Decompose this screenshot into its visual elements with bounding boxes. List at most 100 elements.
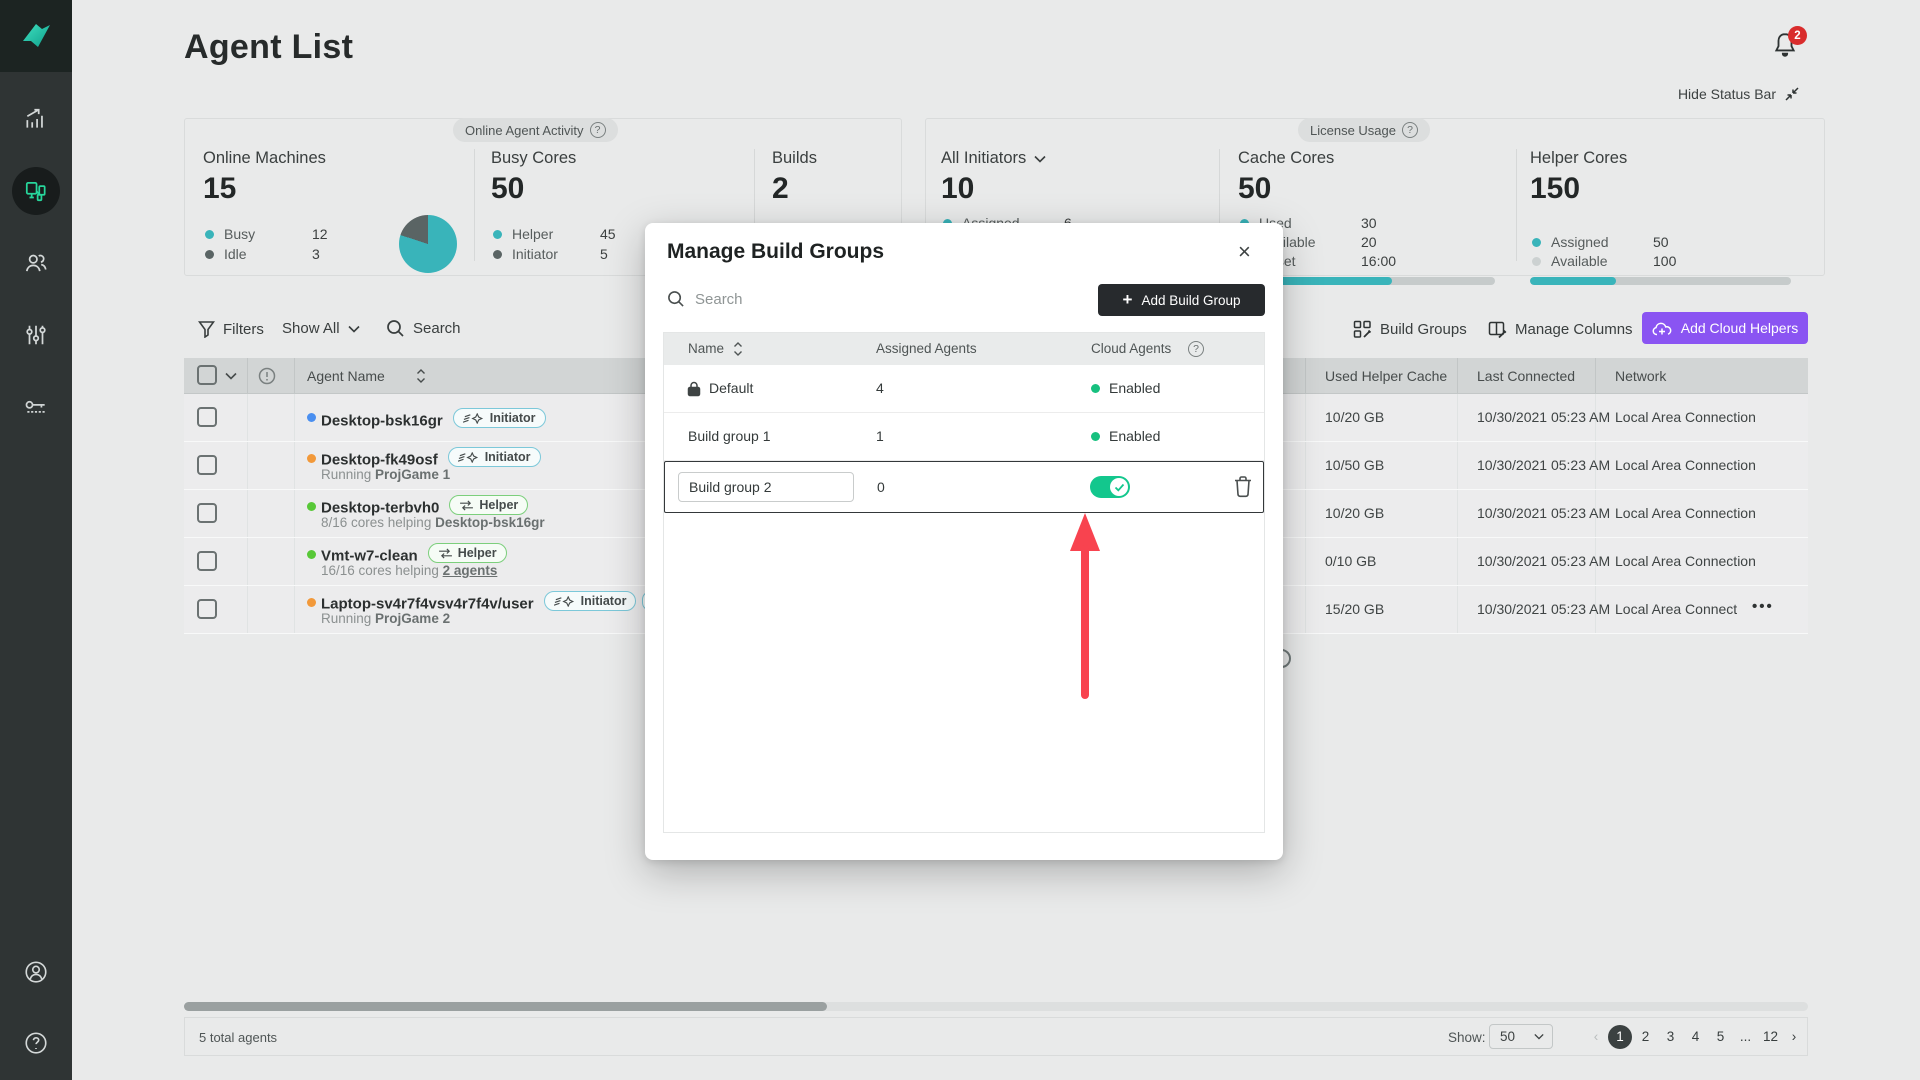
incredibuild-logo-icon xyxy=(23,24,50,47)
avatar-icon xyxy=(25,961,47,983)
build-group-name-input[interactable] xyxy=(678,472,854,502)
page-size-select[interactable]: 50 xyxy=(1489,1024,1553,1049)
prev-page-button[interactable]: ‹ xyxy=(1585,1029,1607,1044)
help-circle-icon[interactable]: ? xyxy=(1188,341,1204,357)
sidebar-profile[interactable] xyxy=(14,950,58,994)
agent-name: Vmt-w7-clean Helper xyxy=(321,543,507,565)
add-build-group-button[interactable]: + Add Build Group xyxy=(1098,284,1265,316)
column-agent-name[interactable]: Agent Name xyxy=(307,368,385,384)
close-icon[interactable]: × xyxy=(1238,241,1251,263)
sort-icon[interactable] xyxy=(733,341,743,357)
build-groups-button[interactable]: Build Groups xyxy=(1353,320,1467,339)
horizontal-scrollbar[interactable] xyxy=(184,1002,1808,1011)
modal-search[interactable] xyxy=(667,290,915,308)
hide-status-bar[interactable]: Hide Status Bar xyxy=(1640,86,1800,102)
build-group-row-editing[interactable]: 0 xyxy=(664,461,1264,513)
agent-subtext: 8/16 cores helping Desktop-bsk16gr xyxy=(321,515,545,530)
page-button[interactable]: 5 xyxy=(1708,1029,1733,1044)
status-dot xyxy=(307,598,316,607)
sidebar-item-dashboard[interactable] xyxy=(14,97,58,141)
used-helper-cache-cell: 10/20 GB xyxy=(1325,409,1385,425)
page-button[interactable]: 12 xyxy=(1758,1029,1783,1044)
online-machines-value: 15 xyxy=(203,172,237,205)
busy-dot xyxy=(205,229,214,239)
trash-icon[interactable] xyxy=(1233,475,1253,498)
agents-icon xyxy=(25,182,46,202)
scrollbar-thumb[interactable] xyxy=(184,1002,827,1011)
machines-pie-chart xyxy=(399,215,457,273)
users-icon xyxy=(25,254,47,272)
agents-link[interactable]: 2 agents xyxy=(443,563,498,578)
next-page-button[interactable]: › xyxy=(1783,1029,1805,1044)
manage-columns-button[interactable]: Manage Columns xyxy=(1488,320,1633,339)
row-checkbox[interactable] xyxy=(197,551,217,571)
sidebar-item-settings[interactable] xyxy=(14,313,58,357)
legend-busy: Busy 12 xyxy=(205,226,328,242)
show-filter-dropdown[interactable]: Show All xyxy=(282,320,360,337)
legend-available: Available 100 xyxy=(1532,253,1676,269)
app-logo[interactable] xyxy=(0,0,72,72)
filters-button[interactable]: Filters xyxy=(198,320,264,338)
all-initiators-title[interactable]: All Initiators xyxy=(941,149,1046,168)
page-button[interactable]: 4 xyxy=(1683,1029,1708,1044)
sort-icon[interactable] xyxy=(416,368,426,384)
helper-badge-icon xyxy=(438,547,452,559)
select-all-checkbox[interactable] xyxy=(197,365,217,385)
sliders-icon xyxy=(26,325,46,345)
column-name[interactable]: Name xyxy=(688,341,724,356)
row-checkbox[interactable] xyxy=(197,503,217,523)
used-helper-cache-cell: 10/50 GB xyxy=(1325,457,1385,473)
page-button[interactable]: 2 xyxy=(1633,1029,1658,1044)
used-helper-cache-cell: 0/10 GB xyxy=(1325,553,1377,569)
chevron-down-icon xyxy=(1534,1033,1544,1040)
idle-dot xyxy=(205,249,214,259)
legend-assigned: Assigned 50 xyxy=(1532,234,1669,250)
build-group-row[interactable]: Build group 1 1 Enabled xyxy=(664,413,1264,461)
alert-column-icon xyxy=(258,367,276,385)
hide-status-bar-label: Hide Status Bar xyxy=(1677,86,1776,102)
help-circle-icon[interactable]: ? xyxy=(1402,122,1418,138)
cloud-agents-toggle[interactable] xyxy=(1090,476,1130,498)
column-cloud-agents[interactable]: Cloud Agents xyxy=(1091,341,1171,356)
agent-name: Desktop-fk49osf Initiator xyxy=(321,447,541,469)
table-footer: 5 total agents Show: 50 ‹ 1 2 3 4 5 ... … xyxy=(184,1017,1808,1056)
annotation-arrow xyxy=(1070,513,1100,699)
column-last-connected[interactable]: Last Connected xyxy=(1477,368,1575,384)
assigned-agents-value: 1 xyxy=(876,428,884,444)
last-connected-cell: 10/30/2021 05:23 AM xyxy=(1477,505,1611,521)
chevron-down-icon xyxy=(347,325,360,333)
cloud-agents-status: Enabled xyxy=(1091,428,1160,444)
row-checkbox[interactable] xyxy=(197,599,217,619)
column-assigned-agents[interactable]: Assigned Agents xyxy=(876,341,977,356)
sidebar-item-users[interactable] xyxy=(14,241,58,285)
initiator-badge-icon xyxy=(553,595,574,607)
page-ellipsis: ... xyxy=(1739,1029,1752,1044)
sidebar-item-agents[interactable] xyxy=(12,167,60,215)
modal-search-input[interactable] xyxy=(695,290,915,308)
row-menu-button[interactable]: ••• xyxy=(1752,598,1774,615)
page-button[interactable]: 1 xyxy=(1608,1024,1632,1049)
sidebar-item-license[interactable] xyxy=(14,385,58,429)
sidebar-help[interactable] xyxy=(14,1021,58,1065)
row-checkbox[interactable] xyxy=(197,455,217,475)
search-button[interactable]: Search xyxy=(386,319,461,338)
page-button[interactable]: 3 xyxy=(1658,1029,1683,1044)
select-menu-chevron-icon[interactable] xyxy=(225,372,237,380)
notification-badge: 2 xyxy=(1788,26,1807,45)
search-icon xyxy=(668,291,684,307)
initiator-badge-icon xyxy=(462,412,483,424)
column-network[interactable]: Network xyxy=(1615,368,1666,384)
helper-cores-value: 150 xyxy=(1530,172,1581,205)
status-dot xyxy=(307,454,316,463)
build-group-row[interactable]: Default 4 Enabled xyxy=(664,365,1264,413)
help-icon xyxy=(25,1032,47,1054)
last-connected-cell: 10/30/2021 05:23 AM xyxy=(1477,601,1611,617)
help-circle-icon[interactable]: ? xyxy=(589,122,606,138)
row-checkbox[interactable] xyxy=(197,407,217,427)
online-machines-title: Online Machines xyxy=(203,149,326,167)
column-used-helper-cache[interactable]: Used Helper Cache xyxy=(1325,368,1447,384)
notifications-button[interactable]: 2 xyxy=(1772,26,1812,66)
add-cloud-helpers-button[interactable]: Add Cloud Helpers xyxy=(1642,312,1808,344)
agent-name: Desktop-bsk16gr Initiator xyxy=(321,408,546,430)
network-cell: Local Area Connection xyxy=(1615,457,1756,473)
